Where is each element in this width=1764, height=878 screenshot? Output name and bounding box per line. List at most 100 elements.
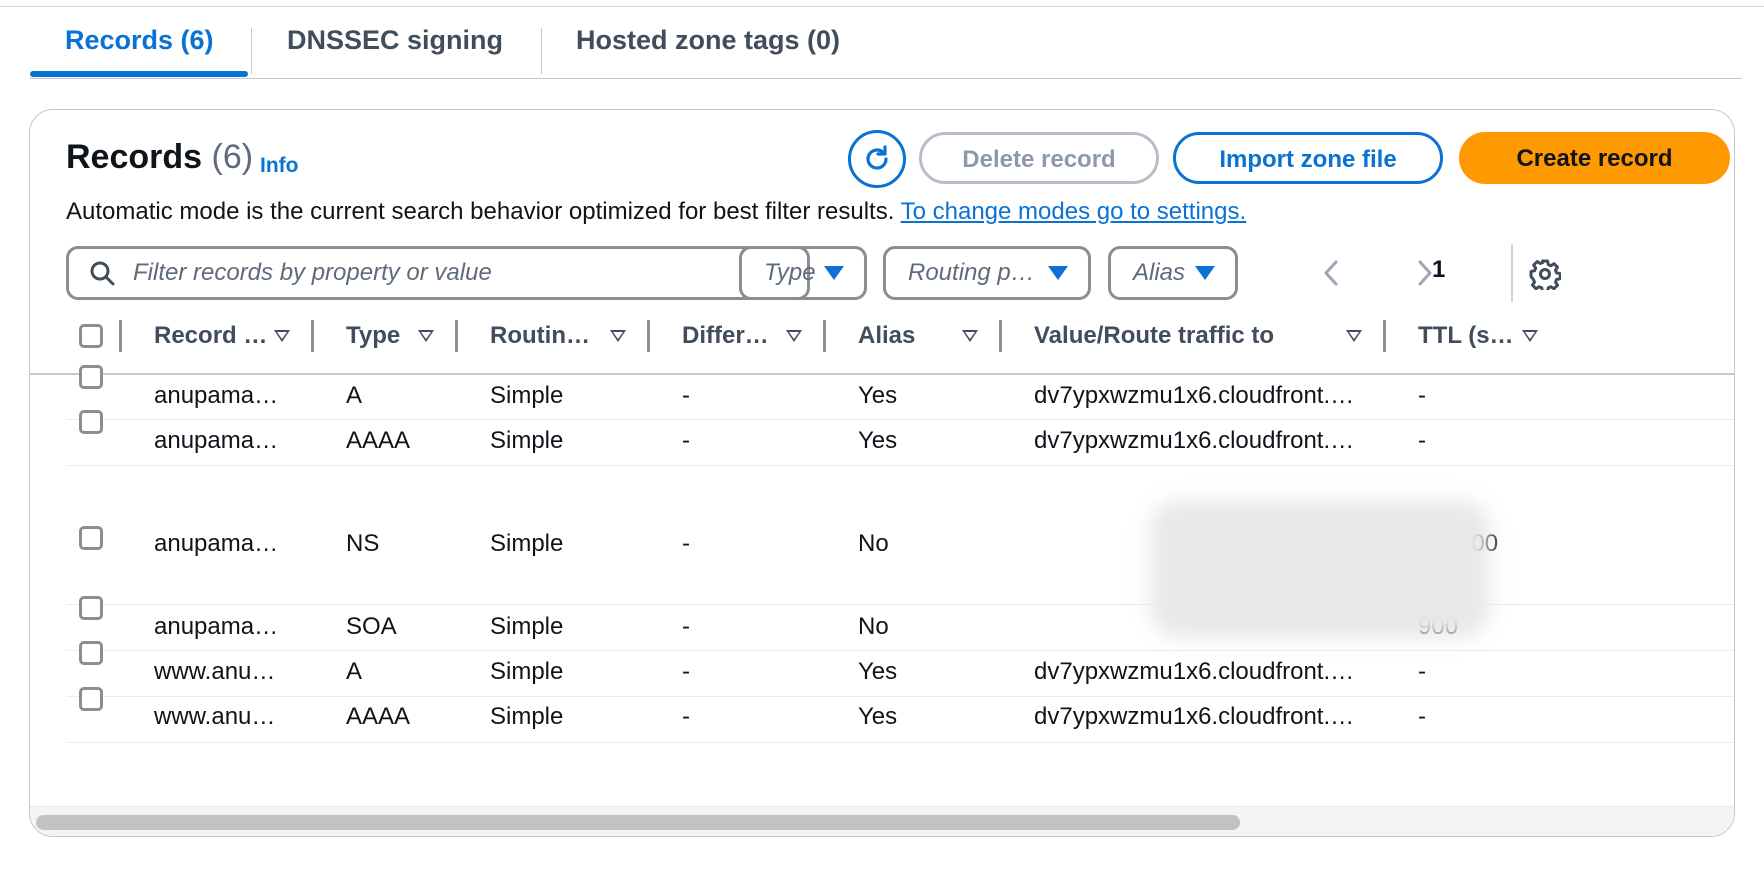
differentiator-cell: - <box>682 382 690 409</box>
value-cell: dv7ypxwzmu1x6.cloudfront.… <box>1034 382 1355 409</box>
record-name-cell: www.anu… <box>154 658 276 685</box>
value-cell: dv7ypxwzmu1x6.cloudfront.… <box>1034 658 1355 685</box>
routing-cell: Simple <box>490 703 564 730</box>
routing-policy-filter-select[interactable]: Routing p… <box>883 246 1091 300</box>
column-divider[interactable] <box>1383 320 1386 352</box>
description-text: Automatic mode is the current search beh… <box>66 198 895 225</box>
create-record-button[interactable]: Create record <box>1459 132 1730 184</box>
top-divider <box>0 6 1764 7</box>
delete-record-button[interactable]: Delete record <box>919 132 1159 184</box>
refresh-button[interactable] <box>848 130 906 188</box>
scrollbar-thumb[interactable] <box>36 815 1240 830</box>
pagination-divider <box>1511 244 1513 302</box>
column-divider[interactable] <box>999 320 1002 352</box>
alias-cell: Yes <box>858 382 898 409</box>
table-row[interactable]: anupama… A Simple - Yes dv7ypxwzmu1x6.cl… <box>66 365 1734 420</box>
value-cell: dv7ypxwzmu1x6.cloudfront.… <box>1034 427 1355 454</box>
record-name-cell: anupama… <box>154 613 279 640</box>
search-icon <box>89 259 117 287</box>
type-cell: AAAA <box>346 703 411 730</box>
type-cell: NS <box>346 530 380 557</box>
alias-filter-label: Alias <box>1133 259 1186 286</box>
active-tab-indicator <box>30 71 248 77</box>
column-header-routing-policy[interactable]: Routin… <box>490 299 590 373</box>
row-checkbox[interactable] <box>79 365 103 389</box>
column-header-alias[interactable]: Alias <box>858 299 915 373</box>
tab-hosted-zone-tags[interactable]: Hosted zone tags (0) <box>576 14 840 78</box>
ttl-cell: - <box>1418 703 1426 730</box>
caret-down-icon <box>1195 266 1215 280</box>
ttl-cell: - <box>1418 658 1426 685</box>
refresh-icon <box>866 145 888 170</box>
alias-cell: No <box>858 530 889 557</box>
column-header-value[interactable]: Value/Route traffic to <box>1034 299 1274 373</box>
column-divider[interactable] <box>311 320 314 352</box>
differentiator-cell: - <box>682 658 690 685</box>
search-input[interactable]: Filter records by property or value <box>66 246 810 300</box>
column-header-record-name[interactable]: Record … <box>154 299 267 373</box>
type-cell: SOA <box>346 613 397 640</box>
record-name-cell: www.anu… <box>154 703 276 730</box>
table-row[interactable]: www.anu… AAAA Simple - Yes dv7ypxwzmu1x6… <box>66 687 1734 743</box>
row-checkbox[interactable] <box>79 687 103 711</box>
differentiator-cell: - <box>682 427 690 454</box>
record-name-cell: anupama… <box>154 382 279 409</box>
chevron-left-icon <box>1324 260 1338 286</box>
table-row[interactable]: www.anu… A Simple - Yes dv7ypxwzmu1x6.cl… <box>66 641 1734 697</box>
caret-down-icon <box>824 266 844 280</box>
column-divider[interactable] <box>455 320 458 352</box>
column-header-differentiator[interactable]: Differ… <box>682 299 769 373</box>
tab-dnssec-signing[interactable]: DNSSEC signing <box>287 14 503 78</box>
column-divider <box>119 320 122 352</box>
row-checkbox[interactable] <box>79 596 103 620</box>
alias-cell: No <box>858 613 889 640</box>
sort-icon[interactable] <box>962 330 978 342</box>
select-all-checkbox[interactable] <box>79 324 103 348</box>
routing-cell: Simple <box>490 658 564 685</box>
sort-icon[interactable] <box>1522 330 1538 342</box>
next-page-button[interactable] <box>1414 256 1436 290</box>
table-row[interactable]: anupama… AAAA Simple - Yes dv7ypxwzmu1x6… <box>66 410 1734 466</box>
row-checkbox[interactable] <box>79 526 103 550</box>
ttl-cell: - <box>1418 427 1426 454</box>
sort-icon[interactable] <box>418 330 434 342</box>
type-filter-select[interactable]: Type <box>739 246 867 300</box>
row-checkbox[interactable] <box>79 410 103 434</box>
sort-icon[interactable] <box>786 330 802 342</box>
record-count: (6) <box>211 138 254 176</box>
column-header-type[interactable]: Type <box>346 299 400 373</box>
table-header: Record … Type Routin… Differ… Alias Valu… <box>30 299 1734 375</box>
gear-icon[interactable] <box>1529 258 1561 290</box>
tab-bar: Records (6) DNSSEC signing Hosted zone t… <box>30 14 1742 79</box>
record-name-cell: anupama… <box>154 427 279 454</box>
import-zone-file-button[interactable]: Import zone file <box>1173 132 1443 184</box>
search-mode-description: Automatic mode is the current search beh… <box>66 198 1246 226</box>
alias-cell: Yes <box>858 658 898 685</box>
tab-divider <box>541 28 542 74</box>
ttl-cell: - <box>1418 382 1426 409</box>
redacted-value-area <box>1150 500 1490 638</box>
value-cell: dv7ypxwzmu1x6.cloudfront.… <box>1034 703 1355 730</box>
alias-filter-select[interactable]: Alias <box>1108 246 1238 300</box>
record-name-cell: anupama… <box>154 530 279 557</box>
caret-down-icon <box>1048 266 1068 280</box>
column-divider[interactable] <box>647 320 650 352</box>
previous-page-button[interactable] <box>1320 256 1342 290</box>
routing-cell: Simple <box>490 530 564 557</box>
routing-cell: Simple <box>490 382 564 409</box>
settings-link[interactable]: To change modes go to settings. <box>901 198 1247 225</box>
column-divider[interactable] <box>823 320 826 352</box>
sort-icon[interactable] <box>610 330 626 342</box>
row-checkbox[interactable] <box>79 641 103 665</box>
horizontal-scrollbar[interactable] <box>30 806 1734 836</box>
sort-icon[interactable] <box>1346 330 1362 342</box>
differentiator-cell: - <box>682 530 690 557</box>
chevron-right-icon <box>1418 260 1432 286</box>
sort-icon[interactable] <box>274 330 290 342</box>
tab-records[interactable]: Records (6) <box>65 14 214 78</box>
type-cell: A <box>346 658 363 685</box>
routing-cell: Simple <box>490 427 564 454</box>
info-link[interactable]: Info <box>260 154 298 178</box>
column-header-ttl[interactable]: TTL (s… <box>1418 299 1514 373</box>
type-cell: AAAA <box>346 427 411 454</box>
